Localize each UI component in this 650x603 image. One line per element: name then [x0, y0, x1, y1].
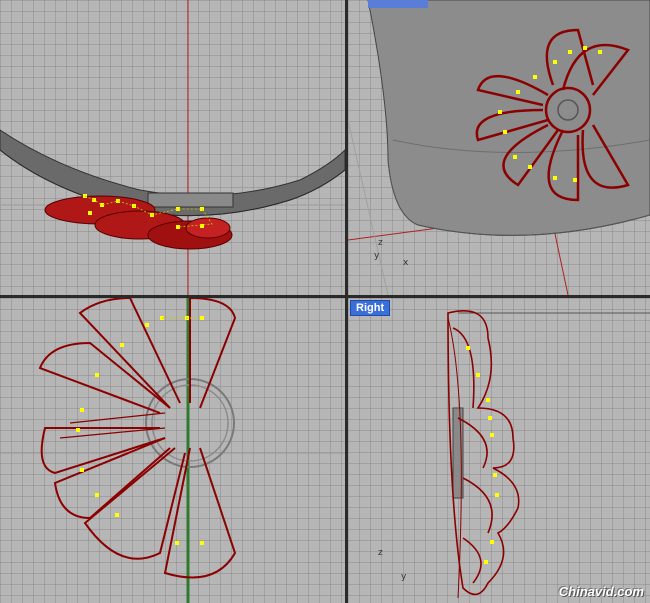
tab-strip [368, 0, 428, 8]
viewport-right[interactable]: Right z y Chinavid.com [348, 298, 650, 603]
axis-y-label: y [374, 251, 380, 261]
axis-z-label: z [378, 548, 383, 558]
front-view-canvas [0, 298, 345, 603]
viewport-front[interactable] [0, 298, 345, 603]
viewport-perspective[interactable]: z y x [348, 0, 650, 295]
axis-z-label: z [378, 238, 383, 248]
right-view-canvas [447, 309, 650, 599]
setting-plate [147, 192, 234, 208]
ring-body [367, 0, 650, 236]
viewport-top[interactable] [0, 0, 345, 295]
watermark-text: Chinavid.com [558, 584, 644, 599]
axis-x-label: x [403, 258, 409, 268]
petal-wireframe [38, 298, 237, 579]
control-points [466, 346, 499, 564]
petal-shape [185, 217, 231, 239]
top-view-canvas [0, 0, 345, 295]
axis-y-label: y [401, 572, 407, 582]
perspective-view-canvas [348, 0, 650, 295]
